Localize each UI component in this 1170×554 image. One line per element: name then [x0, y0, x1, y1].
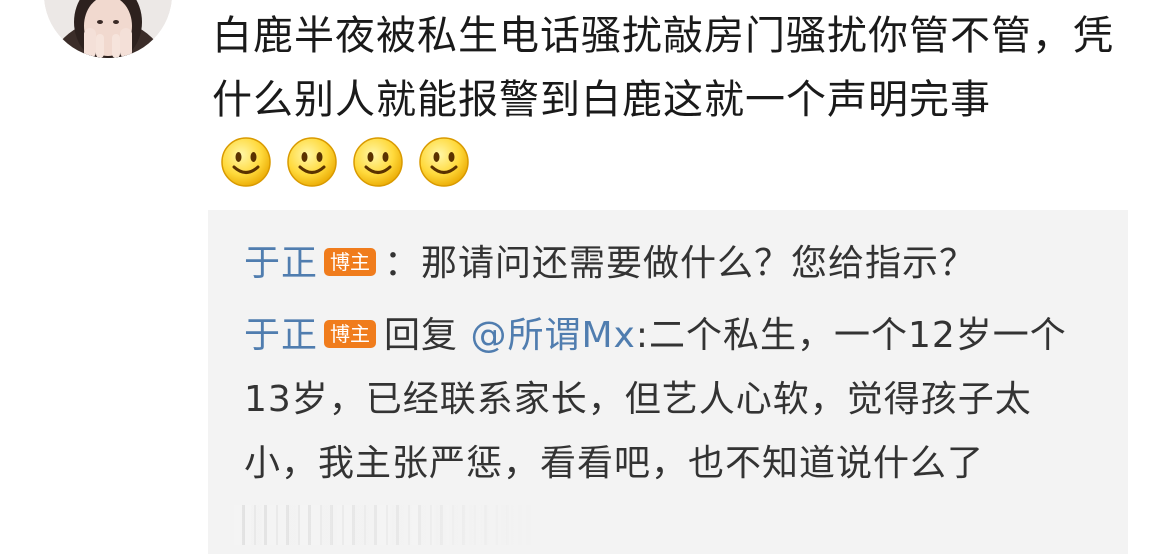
smile-emoji-icon [419, 137, 469, 187]
reply-separator: ： [384, 243, 422, 284]
reply-text: 那请问还需要做什么？您给指示？ [421, 243, 977, 284]
avatar[interactable] [44, 0, 172, 58]
reply-item: 于正 博主 回复 @所谓Mx:二个私生，一个12岁一个13岁，已经联系家长，但艺人心… [234, 304, 1104, 554]
comment-text: 白鹿半夜被私生电话骚扰敲房门骚扰你管不管，凭什么别人就能报警到白鹿这就一个声明完… [212, 13, 1114, 123]
author-badge: 博主 [324, 248, 377, 276]
reply-author[interactable]: 于正 [244, 243, 318, 284]
weibo-comment-screenshot: 白鹿半夜被私生电话骚扰敲房门骚扰你管不管，凭什么别人就能报警到白鹿这就一个声明完… [0, 0, 1170, 554]
reply-prefix: 回复 [384, 315, 459, 356]
comment-body: 白鹿半夜被私生电话骚扰敲房门骚扰你管不管，凭什么别人就能报警到白鹿这就一个声明完… [212, 4, 1142, 198]
author-badge: 博主 [324, 320, 377, 348]
reply-separator: : [635, 315, 649, 356]
truncation-fade [234, 505, 534, 545]
reply-item: 于正 博主 ：那请问还需要做什么？您给指示？ [244, 232, 1104, 296]
smile-emoji-icon [287, 137, 337, 187]
mention-link[interactable]: @所谓Mx [470, 315, 635, 356]
reply-box: 于正 博主 ：那请问还需要做什么？您给指示？ 于正 博主 回复 @所谓Mx:二个私生，一… [208, 210, 1128, 554]
reply-author[interactable]: 于正 [244, 315, 318, 356]
smile-emoji-icon [353, 137, 403, 187]
smile-emoji-icon [221, 137, 271, 187]
emoji-row [220, 128, 484, 192]
